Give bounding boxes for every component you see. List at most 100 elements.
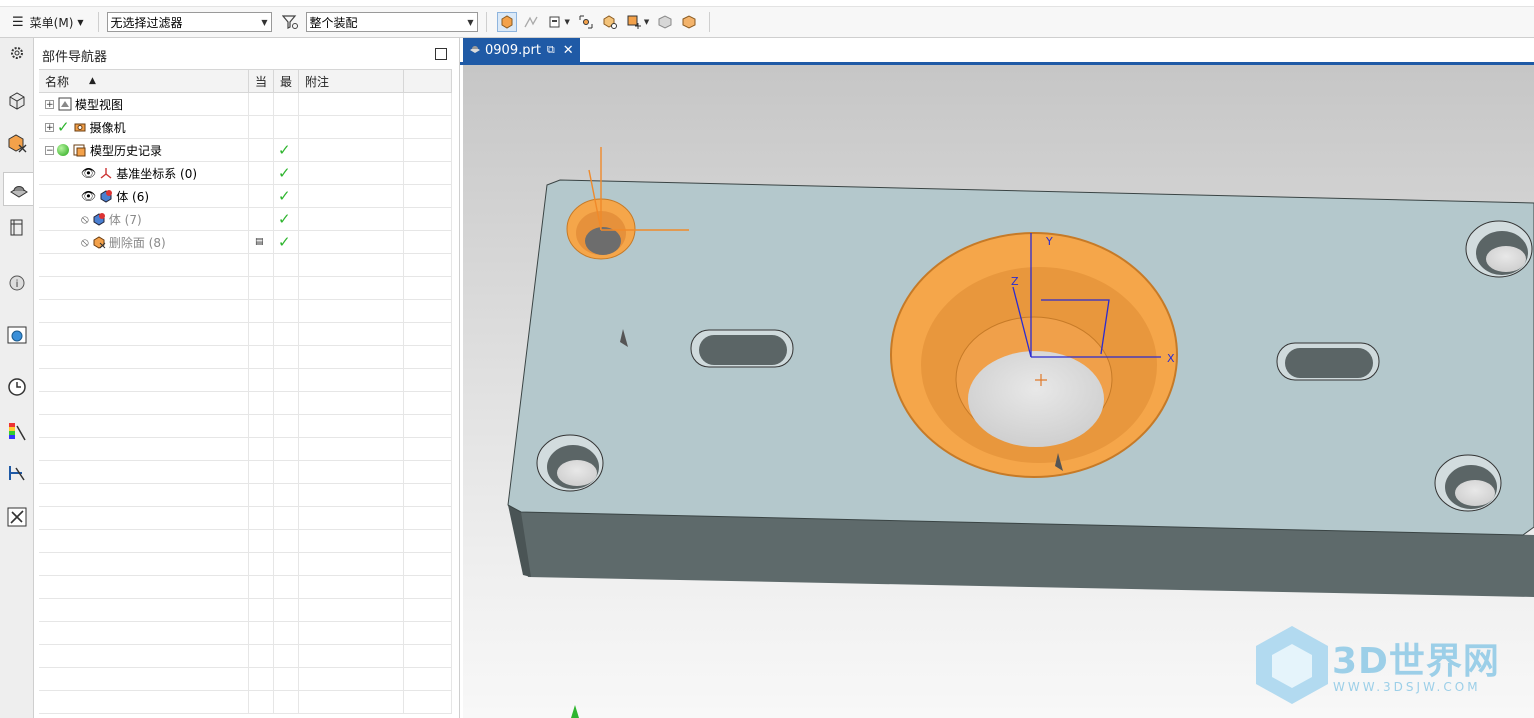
- tree-row-label: 摄像机: [89, 120, 126, 135]
- hamburger-icon: ☰: [12, 14, 24, 30]
- slot-left[interactable]: [690, 329, 794, 368]
- watermark-url: WWW.3DSJW.COM: [1333, 680, 1481, 694]
- part-file-icon: [469, 42, 481, 58]
- reuse-library-icon[interactable]: [4, 214, 30, 240]
- assembly-scope-value: 整个装配: [309, 15, 358, 30]
- tree-row-cameras[interactable]: + ✓ 摄像机: [39, 116, 452, 139]
- history-clock-icon[interactable]: [4, 374, 30, 400]
- empty-row: [39, 622, 452, 645]
- orange-body-icon[interactable]: [679, 12, 699, 32]
- select-components-icon[interactable]: [545, 12, 565, 32]
- svg-text:i: i: [16, 279, 19, 290]
- empty-rows: [39, 254, 452, 714]
- sort-ascending-icon: ▲: [89, 76, 96, 86]
- empty-row: [39, 530, 452, 553]
- corner-hole-bottom-left[interactable]: [536, 434, 604, 492]
- navigator-title: 部件导航器: [42, 50, 108, 65]
- axis-label-x: X: [1167, 352, 1175, 365]
- settings-gear-icon[interactable]: [4, 40, 30, 66]
- tools-icon[interactable]: [4, 504, 30, 530]
- column-header-name[interactable]: 名称 ▲: [39, 70, 249, 92]
- eye-visible-icon[interactable]: 👁: [81, 166, 96, 180]
- tree-row-body-6[interactable]: 👁 体 (6) ✓: [39, 185, 452, 208]
- tree-row-model-history[interactable]: − 模型历史记录 ✓: [39, 139, 452, 162]
- top-toolbar: ☰ 菜单(M) ▼ 无选择过滤器 ▼ 整个装配 ▼ ▼ ▼: [0, 7, 1534, 38]
- expand-icon[interactable]: +: [45, 122, 54, 132]
- point-constructor-icon[interactable]: [624, 12, 644, 32]
- checkmark-icon: ✓: [278, 187, 291, 205]
- camera-icon: [72, 119, 88, 135]
- roles-icon[interactable]: [4, 460, 30, 486]
- column-header-notes[interactable]: 附注: [299, 70, 404, 92]
- menu-button[interactable]: ☰ 菜单(M) ▼: [6, 11, 90, 33]
- expand-icon[interactable]: +: [45, 99, 54, 109]
- tree-row-label: 删除面 (8): [108, 235, 166, 250]
- menu-button-label: 菜单(M): [29, 15, 74, 30]
- status-green-dot-icon: [57, 144, 69, 156]
- empty-row: [39, 645, 452, 668]
- tree-header: 名称 ▲ 当 最 附注: [39, 69, 452, 93]
- constraint-navigator-icon[interactable]: [4, 130, 30, 156]
- column-header-current[interactable]: 当: [249, 70, 274, 92]
- linked-body-icon: [98, 188, 114, 204]
- navigator-tree-table: 名称 ▲ 当 最 附注 + 模型视图 + ✓ 摄像机 − 模型历史记录 ✓ 👁 …: [39, 69, 452, 714]
- counterbore-hole-large[interactable]: [890, 232, 1178, 478]
- select-curves-icon[interactable]: [521, 12, 541, 32]
- tree-row-body-7[interactable]: ⦸ 体 (7) ✓: [39, 208, 452, 231]
- top-ribbon-strip: [0, 0, 1534, 7]
- tree-row-model-views[interactable]: + 模型视图: [39, 93, 452, 116]
- web-browser-icon[interactable]: [4, 322, 30, 348]
- graphics-viewport[interactable]: Y X Z: [463, 65, 1534, 718]
- corner-hole-bottom-right[interactable]: [1434, 454, 1502, 512]
- column-header-latest[interactable]: 最: [274, 70, 299, 92]
- toolbar-divider: [485, 12, 487, 32]
- empty-row: [39, 415, 452, 438]
- gray-body-icon[interactable]: [655, 12, 675, 32]
- add-component-icon[interactable]: [600, 12, 620, 32]
- assembly-navigator-icon[interactable]: [4, 88, 30, 114]
- popout-icon[interactable]: ⧉: [547, 43, 555, 57]
- model-view-icon: [57, 96, 73, 112]
- history-folder-icon: [72, 142, 88, 158]
- eye-visible-icon[interactable]: 👁: [81, 189, 96, 203]
- close-icon[interactable]: ✕: [563, 43, 574, 58]
- column-name-label: 名称: [45, 74, 70, 89]
- axis-label-y: Y: [1045, 235, 1053, 248]
- delete-face-icon: [91, 234, 107, 250]
- visualization-palette-icon[interactable]: [4, 418, 30, 444]
- corner-hole-top-right[interactable]: [1465, 220, 1533, 278]
- checkmark-icon: ✓: [278, 233, 291, 251]
- snap-point-icon[interactable]: [576, 12, 596, 32]
- tree-row-delete-face[interactable]: ⦸ 删除面 (8) ▤ ✓: [39, 231, 452, 254]
- slot-right[interactable]: [1276, 342, 1380, 381]
- part-navigator-icon[interactable]: [3, 172, 33, 206]
- chevron-down-icon: ▼: [467, 17, 474, 27]
- eye-hidden-icon[interactable]: ⦸: [81, 212, 89, 227]
- eye-hidden-icon[interactable]: ⦸: [81, 235, 89, 250]
- empty-row: [39, 461, 452, 484]
- tree-row-datum-csys[interactable]: 👁 基准坐标系 (0) ✓: [39, 162, 452, 185]
- empty-row: [39, 507, 452, 530]
- empty-row: [39, 392, 452, 415]
- linked-body-icon: [91, 211, 107, 227]
- tree-row-label: 模型历史记录: [90, 143, 163, 158]
- watermark-text: 3D世界网: [1332, 641, 1500, 682]
- maximize-icon[interactable]: [435, 48, 447, 60]
- toolbar-divider: [97, 12, 99, 32]
- empty-row: [39, 691, 452, 714]
- column-header-empty: [404, 70, 452, 92]
- info-icon[interactable]: i: [4, 270, 30, 296]
- chevron-down-icon[interactable]: ▼: [644, 18, 649, 26]
- checkmark-icon: ✓: [57, 118, 70, 136]
- chevron-down-icon[interactable]: ▼: [565, 18, 570, 26]
- tab-part-file[interactable]: 0909.prt ⧉ ✕: [463, 38, 580, 62]
- view-triad-arrow: [571, 705, 579, 718]
- selection-filter-dropdown[interactable]: 无选择过滤器 ▼: [106, 12, 272, 32]
- empty-row: [39, 668, 452, 691]
- assembly-scope-dropdown[interactable]: 整个装配 ▼: [305, 12, 478, 32]
- tree-row-label: 模型视图: [75, 97, 124, 112]
- collapse-icon[interactable]: −: [45, 145, 54, 155]
- filter-funnel-icon[interactable]: [280, 12, 300, 32]
- select-features-icon[interactable]: [496, 12, 517, 32]
- empty-row: [39, 553, 452, 576]
